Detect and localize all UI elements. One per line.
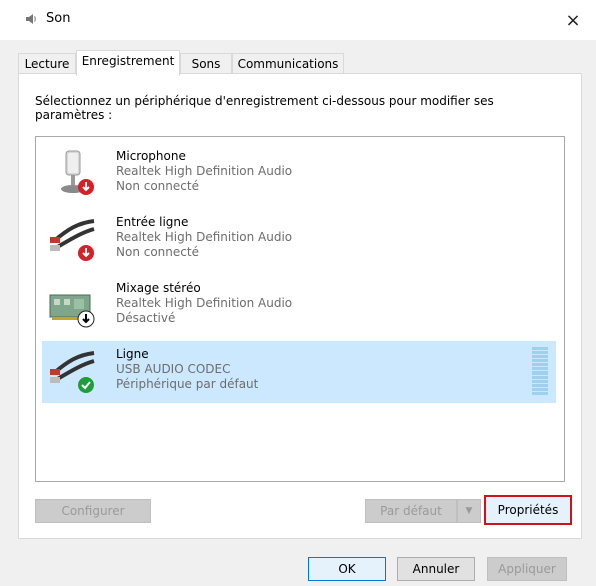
close-button[interactable]: × <box>550 0 596 40</box>
set-default-dropdown[interactable]: ▼ <box>457 499 481 523</box>
device-status: Non connecté <box>116 179 199 193</box>
title-bar: Son × <box>0 0 596 40</box>
cancel-button[interactable]: Annuler <box>397 557 475 581</box>
level-meter <box>532 347 548 395</box>
close-icon: × <box>565 9 581 31</box>
microphone-icon <box>61 150 94 195</box>
device-status: Périphérique par défaut <box>116 377 259 391</box>
tab-enregistrement[interactable]: Enregistrement <box>76 50 180 76</box>
device-item-ligne[interactable]: Ligne USB AUDIO CODEC Périphérique par d… <box>42 341 556 403</box>
device-item-entree-ligne[interactable]: Entrée ligne Realtek High Definition Aud… <box>42 209 556 271</box>
device-item-mixage-stereo[interactable]: Mixage stéréo Realtek High Definition Au… <box>42 275 556 337</box>
device-item-microphone[interactable]: Microphone Realtek High Definition Audio… <box>42 143 556 205</box>
device-list: Microphone Realtek High Definition Audio… <box>35 136 565 482</box>
device-name: Ligne <box>116 347 149 361</box>
window-title: Son <box>46 11 71 26</box>
device-name: Mixage stéréo <box>116 281 201 295</box>
set-default-split-button[interactable]: Par défaut ▼ <box>365 499 481 523</box>
tab-lecture[interactable]: Lecture <box>18 53 76 75</box>
properties-button[interactable]: Propriétés <box>484 495 572 525</box>
apply-button[interactable]: Appliquer <box>487 557 567 581</box>
device-driver: Realtek High Definition Audio <box>116 296 293 310</box>
sound-card-icon <box>49 294 95 328</box>
device-status: Désactivé <box>116 311 176 325</box>
recording-panel: Sélectionnez un périphérique d'enregistr… <box>18 73 582 539</box>
device-driver: Realtek High Definition Audio <box>116 230 293 244</box>
set-default-button[interactable]: Par défaut <box>365 499 457 523</box>
device-driver: USB AUDIO CODEC <box>116 362 231 376</box>
device-driver: Realtek High Definition Audio <box>116 164 293 178</box>
device-name: Microphone <box>116 149 186 163</box>
tab-communications[interactable]: Communications <box>232 53 344 75</box>
green-check-icon <box>78 377 94 393</box>
tab-sons[interactable]: Sons <box>180 53 232 75</box>
instruction-text: Sélectionnez un périphérique d'enregistr… <box>35 94 494 122</box>
ok-button[interactable]: OK <box>308 557 386 581</box>
configure-button[interactable]: Configurer <box>35 499 151 523</box>
device-name: Entrée ligne <box>116 215 189 229</box>
chevron-down-icon: ▼ <box>465 506 473 516</box>
line-in-cable-icon <box>50 219 95 261</box>
device-status: Non connecté <box>116 245 199 259</box>
line-cable-icon <box>50 351 95 393</box>
speaker-icon <box>26 14 36 24</box>
